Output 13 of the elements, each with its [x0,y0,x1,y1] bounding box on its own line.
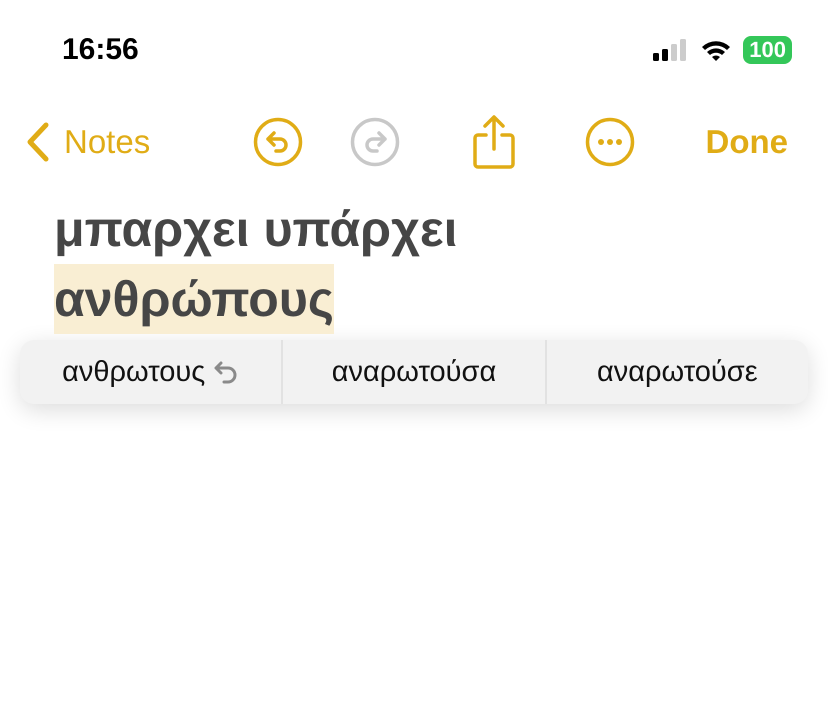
wifi-icon [701,39,732,61]
note-text: μπαρχει υπάρχει [54,200,458,259]
share-button[interactable] [472,115,516,169]
chevron-left-icon [26,122,50,162]
suggestion-button[interactable]: αναρωτούσε [544,340,808,404]
more-button[interactable] [585,117,636,167]
battery-indicator: 100 [743,36,792,64]
note-text: ανθρώπους [54,264,334,334]
undo-button[interactable] [253,117,304,167]
status-time: 16:56 [62,33,139,67]
undo-arrow-icon [213,360,240,384]
suggestion-button[interactable]: ανθρωτους [20,340,282,404]
suggestion-button[interactable]: αναρωτούσα [281,340,545,404]
